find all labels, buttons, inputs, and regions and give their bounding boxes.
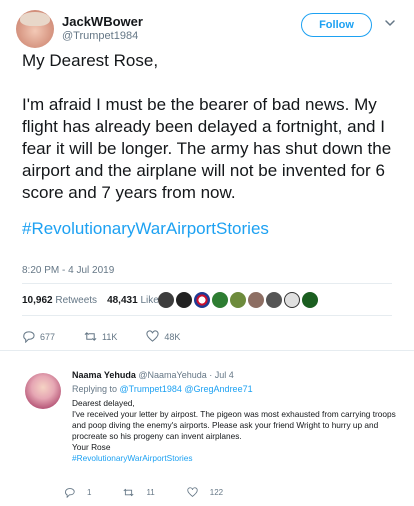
like-button[interactable]: 122 — [187, 487, 223, 498]
retweet-icon — [123, 488, 134, 497]
display-name[interactable]: Naama Yehuda — [72, 370, 136, 380]
liker-avatar[interactable] — [194, 292, 210, 308]
user-handle[interactable]: @Trumpet1984 — [62, 30, 138, 42]
mention-link[interactable]: @Trumpet1984 — [120, 384, 182, 394]
retweet-button[interactable]: 11K — [84, 330, 117, 343]
liker-avatar[interactable] — [158, 292, 174, 308]
display-name[interactable]: JackWBower — [62, 14, 143, 29]
section-divider — [0, 350, 414, 351]
reply-count: 1 — [87, 488, 92, 497]
liker-avatar[interactable] — [302, 292, 318, 308]
reply-header: Naama Yehuda @NaamaYehuda · Jul 4 — [72, 370, 234, 380]
tweet-timestamp[interactable]: 8:20 PM - 4 Jul 2019 — [22, 265, 114, 276]
heart-icon — [146, 330, 159, 342]
main-tweet: JackWBower @Trumpet1984 Follow My Deares… — [0, 0, 414, 345]
reply-text: Dearest delayed, I've received your lett… — [72, 398, 402, 464]
reply-icon — [65, 488, 75, 498]
hashtag-link[interactable]: #RevolutionaryWarAirportStories — [22, 218, 400, 240]
retweets-stat[interactable]: 10,962 Retweets — [22, 295, 97, 306]
avatar[interactable] — [25, 373, 61, 409]
replying-to: Replying to @Trumpet1984 @GregAndree71 — [72, 384, 253, 394]
chevron-down-icon[interactable] — [383, 16, 397, 30]
user-handle[interactable]: @NaamaYehuda — [138, 370, 206, 380]
like-button[interactable]: 48K — [146, 330, 180, 343]
reply-date[interactable]: · Jul 4 — [209, 370, 234, 380]
liker-avatar[interactable] — [266, 292, 282, 308]
reply-count: 677 — [40, 331, 56, 342]
reply-line: Your Rose — [72, 442, 111, 452]
reply-icon — [23, 331, 35, 343]
reply-line: Dearest delayed, — [72, 398, 135, 408]
reply-button[interactable]: 677 — [22, 330, 55, 343]
reply-actions: 1 11 122 — [64, 487, 255, 498]
liker-avatar[interactable] — [284, 292, 300, 308]
liker-avatar[interactable] — [230, 292, 246, 308]
liker-avatar[interactable] — [176, 292, 192, 308]
liker-avatar[interactable] — [248, 292, 264, 308]
follow-button[interactable]: Follow — [301, 13, 372, 37]
reply-tweet: Naama Yehuda @NaamaYehuda · Jul 4 Replyi… — [0, 360, 414, 506]
reply-line: I've received your letter by airpost. Th… — [72, 409, 396, 441]
tweet-text: My Dearest Rose, I'm afraid I must be th… — [22, 50, 400, 240]
retweet-count: 11 — [146, 488, 155, 497]
reply-button[interactable]: 1 — [64, 487, 91, 498]
tweet-paragraph-greeting: My Dearest Rose, — [22, 51, 159, 70]
hashtag-link[interactable]: #RevolutionaryWarAirportStories — [72, 453, 402, 464]
liker-avatars — [158, 292, 318, 308]
tweet-paragraph-body: I'm afraid I must be the bearer of bad n… — [22, 95, 392, 202]
retweet-icon — [84, 332, 97, 341]
engagement-stats: 10,962 Retweets 48,431 Likes — [22, 295, 164, 306]
tweet-actions: 677 11K 48K — [22, 330, 209, 343]
like-count: 48K — [164, 331, 181, 342]
liker-avatar[interactable] — [212, 292, 228, 308]
retweet-count: 11K — [102, 331, 118, 342]
mention-link[interactable]: @GregAndree71 — [184, 384, 252, 394]
likes-stat[interactable]: 48,431 Likes — [107, 295, 164, 306]
divider — [22, 283, 392, 284]
divider — [22, 315, 392, 316]
avatar[interactable] — [16, 10, 54, 48]
retweet-button[interactable]: 11 — [123, 487, 155, 498]
like-count: 122 — [209, 488, 224, 497]
heart-icon — [187, 487, 198, 497]
